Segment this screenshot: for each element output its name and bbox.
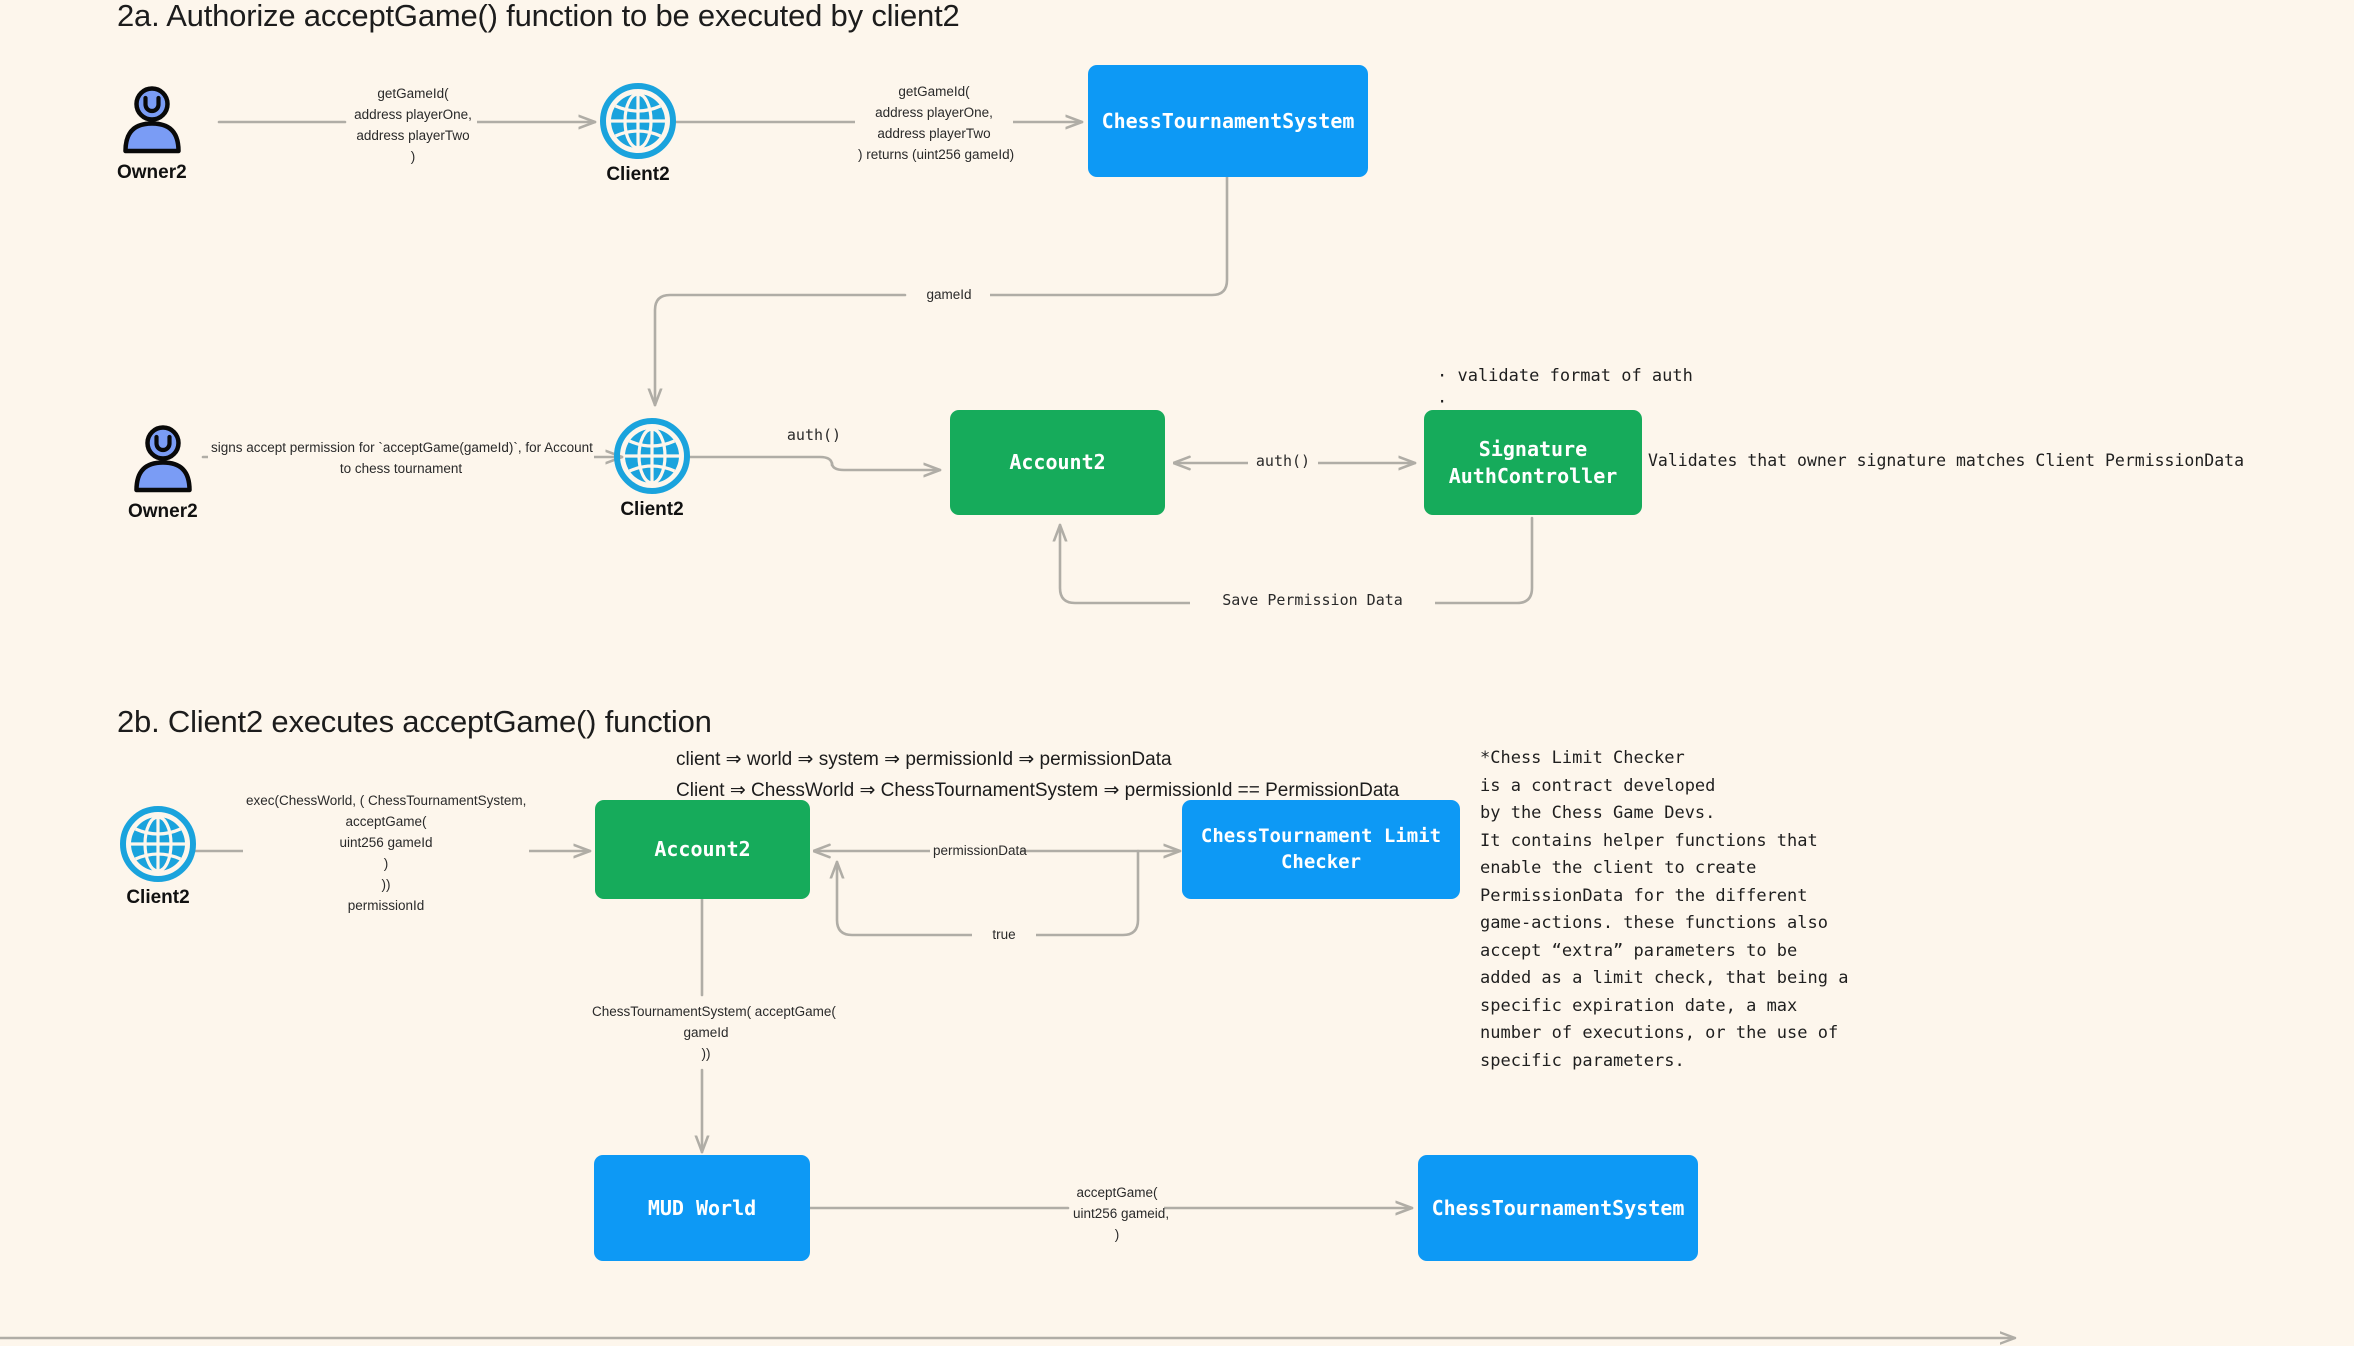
section-title-2a: 2a. Authorize acceptGame() function to b… <box>117 0 960 33</box>
node-chess-tournament-system-bottom[interactable]: ChessTournamentSystem <box>1418 1155 1698 1261</box>
edge-label-permissiondata: permissionData <box>930 841 1027 862</box>
actor-owner2-mid: Owner2 <box>128 424 198 523</box>
actor-client2-mid: Client2 <box>614 418 690 521</box>
actor-client2-bottom-label: Client2 <box>126 887 190 908</box>
edge-label-acceptgame-world-system: acceptGame( uint256 gameid, ) <box>1070 1183 1169 1246</box>
edge-true-left <box>837 860 977 937</box>
node-chess-limit-checker[interactable]: ChessTournament Limit Checker <box>1182 800 1460 899</box>
actor-client2-top-label: Client2 <box>606 164 670 185</box>
section-title-2b: 2b. Client2 executes acceptGame() functi… <box>117 704 712 739</box>
edge-gameid-left <box>655 293 907 407</box>
edge-label-gameid: gameId <box>908 285 990 306</box>
node-mud-world[interactable]: MUD World <box>594 1155 810 1261</box>
edge-label-auth-account-sigauth: auth() <box>1248 450 1318 474</box>
edge-label-account2-mudworld: ChessTournamentSystem( acceptGame( gameI… <box>589 1002 836 1065</box>
globe-icon <box>600 83 676 159</box>
edge-true-right <box>1028 849 1140 937</box>
node-chess-tournament-system-top[interactable]: ChessTournamentSystem <box>1088 65 1368 177</box>
node-account2-mid[interactable]: Account2 <box>950 410 1165 515</box>
edge-savepermission-left <box>1060 523 1192 605</box>
actor-owner2-top-label: Owner2 <box>117 162 187 183</box>
actor-client2-mid-label: Client2 <box>620 499 684 520</box>
actor-owner2-mid-label: Owner2 <box>128 501 198 522</box>
edge-label-getgameid-2: getGameId( address playerOne, address pl… <box>855 82 1014 166</box>
sigauth-bullet-list: · validate format of auth · <box>1437 366 1693 413</box>
person-icon <box>134 425 192 493</box>
node-signature-auth-controller[interactable]: Signature AuthController <box>1424 410 1642 515</box>
edge-savepermission-right <box>1423 516 1534 605</box>
node-account2-bottom[interactable]: Account2 <box>595 800 810 899</box>
edge-label-save-permission-data: Save Permission Data <box>1190 589 1435 613</box>
actor-client2-top: Client2 <box>600 83 676 186</box>
edge-label-getgameid-1: getGameId( address playerOne, address pl… <box>349 84 477 168</box>
actor-owner2-top: Owner2 <box>117 85 187 184</box>
limit-checker-note: *Chess Limit Checker is a contract devel… <box>1480 748 1849 1071</box>
edge-gameid-right <box>983 175 1229 297</box>
actor-client2-bottom: Client2 <box>120 806 196 909</box>
permission-mapping-note: client ⇒ world ⇒ system ⇒ permissionId ⇒… <box>676 749 1400 801</box>
edge-layer <box>0 0 2017 1346</box>
edge-label-auth-client-account: auth() <box>780 424 848 448</box>
sigauth-validates-note: Validates that owner signature matches C… <box>1648 451 2245 470</box>
globe-icon <box>120 806 196 882</box>
globe-icon <box>614 418 690 494</box>
diagram-canvas: 2a. Authorize acceptGame() function to b… <box>0 0 2354 1346</box>
edge-label-true: true <box>972 925 1036 946</box>
edge-label-exec: exec(ChessWorld, ( ChessTournamentSystem… <box>243 791 529 917</box>
person-icon <box>123 86 181 154</box>
edge-label-signs-permission: signs accept permission for `acceptGame(… <box>208 438 594 480</box>
edge-client2-account2-auth <box>688 455 942 470</box>
